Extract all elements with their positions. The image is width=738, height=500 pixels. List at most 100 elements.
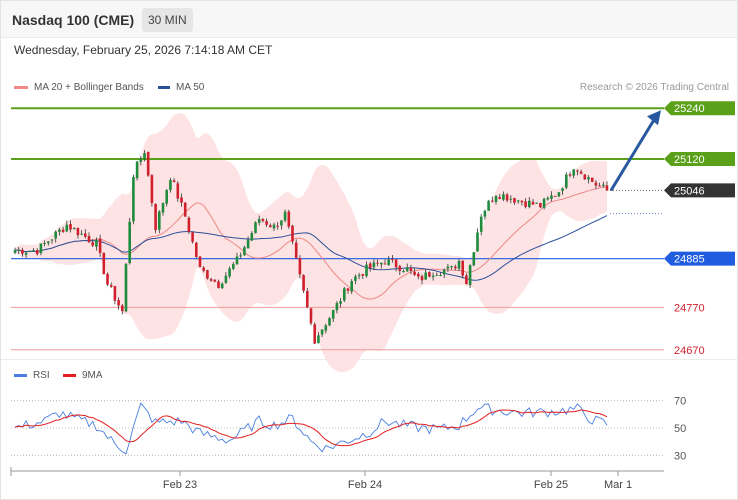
candle-body [276, 225, 279, 227]
candle-body [32, 250, 35, 252]
candle-body [87, 235, 91, 243]
candle-body [457, 260, 461, 269]
candle-body [169, 179, 172, 191]
candle-body [257, 218, 261, 223]
level-label-24770: 24770 [674, 302, 705, 314]
candle-body [91, 242, 94, 246]
candle-body [220, 283, 224, 289]
candle-body [439, 275, 442, 277]
candle-body [550, 195, 553, 199]
candle-body [602, 184, 605, 186]
candle-body [47, 241, 50, 244]
candle-body [409, 267, 413, 271]
candle-body [113, 286, 117, 301]
candle-body [239, 255, 242, 257]
x-axis-label: Feb 25 [534, 479, 568, 491]
candle-body [487, 200, 490, 211]
candle-body [579, 171, 583, 174]
candle-body [269, 225, 272, 228]
candle-body [524, 201, 527, 207]
candle-body [468, 265, 472, 285]
candle-body [124, 264, 128, 312]
candle-body [313, 324, 316, 344]
candle-body [224, 275, 228, 283]
candle-body [539, 203, 542, 208]
candle-body [65, 224, 69, 232]
candle-body [513, 198, 516, 203]
candle-body [435, 274, 439, 276]
candle-body [135, 161, 139, 179]
candle-body [450, 266, 453, 268]
level-label-24670: 24670 [674, 345, 705, 357]
candle-body [287, 211, 291, 227]
x-axis-label: Mar 1 [604, 479, 632, 491]
candle-body [491, 200, 494, 202]
rsi-tick-label: 70 [674, 396, 686, 408]
candle-body [335, 303, 339, 311]
candle-body [572, 169, 575, 176]
candle-body [102, 252, 106, 275]
target-arrow-head [647, 110, 661, 126]
candle-body [84, 233, 87, 237]
candle-body [483, 210, 487, 217]
candle-body [202, 267, 205, 271]
candle-body [431, 275, 435, 278]
rsi-line [14, 402, 608, 455]
candle-body [376, 262, 379, 264]
candle-body [343, 288, 346, 301]
candle-body [461, 260, 464, 276]
level-label-24885: 24885 [674, 254, 705, 266]
candle-body [206, 270, 209, 279]
candle-body [380, 262, 383, 265]
candle-body [58, 229, 61, 232]
candle-body [428, 272, 431, 277]
candle-body [13, 250, 17, 253]
candle-body [187, 217, 191, 232]
candle-body [265, 221, 268, 225]
candle-body [350, 281, 353, 292]
candle-body [553, 195, 557, 197]
candle-body [365, 264, 368, 277]
candle-body [21, 249, 24, 254]
candle-body [372, 262, 376, 268]
candle-body [424, 272, 427, 280]
candle-body [283, 211, 287, 221]
candle-body [95, 239, 98, 247]
chart-canvas[interactable]: 25240 25120 25046 24885 24770 24670 70 50 30 Feb … [1, 1, 737, 499]
candle-body [195, 242, 198, 257]
candle-body [172, 180, 176, 183]
candle-body [520, 200, 524, 203]
candle-body [291, 225, 294, 242]
candle-body [505, 194, 509, 201]
candle-body [183, 202, 187, 217]
candle-body [39, 243, 43, 254]
candle-body [61, 229, 65, 232]
candle-body [24, 252, 28, 255]
candle-body [121, 305, 124, 312]
candle-body [557, 192, 561, 197]
candle-body [317, 335, 320, 344]
level-label-25046: 25046 [674, 185, 705, 197]
candle-body [17, 249, 20, 251]
candle-body [261, 219, 265, 222]
candle-body [605, 185, 609, 191]
candle-body [446, 266, 450, 269]
candle-body [465, 275, 468, 285]
candle-body [509, 198, 513, 200]
candle-body [43, 243, 46, 245]
candle-body [50, 239, 54, 241]
candle-body [76, 227, 80, 236]
candle-body [498, 197, 501, 199]
candle-body [576, 170, 579, 172]
candle-body [98, 238, 102, 253]
candle-body [583, 174, 587, 180]
candle-body [191, 232, 194, 242]
candle-body [154, 203, 157, 231]
candle-body [209, 279, 213, 281]
candle-body [476, 232, 479, 252]
rsi-tick-label: 30 [674, 450, 686, 462]
candle-body [309, 308, 313, 324]
candle-body [402, 271, 405, 273]
x-axis-label: Feb 24 [348, 479, 382, 491]
candle-body [546, 197, 550, 200]
